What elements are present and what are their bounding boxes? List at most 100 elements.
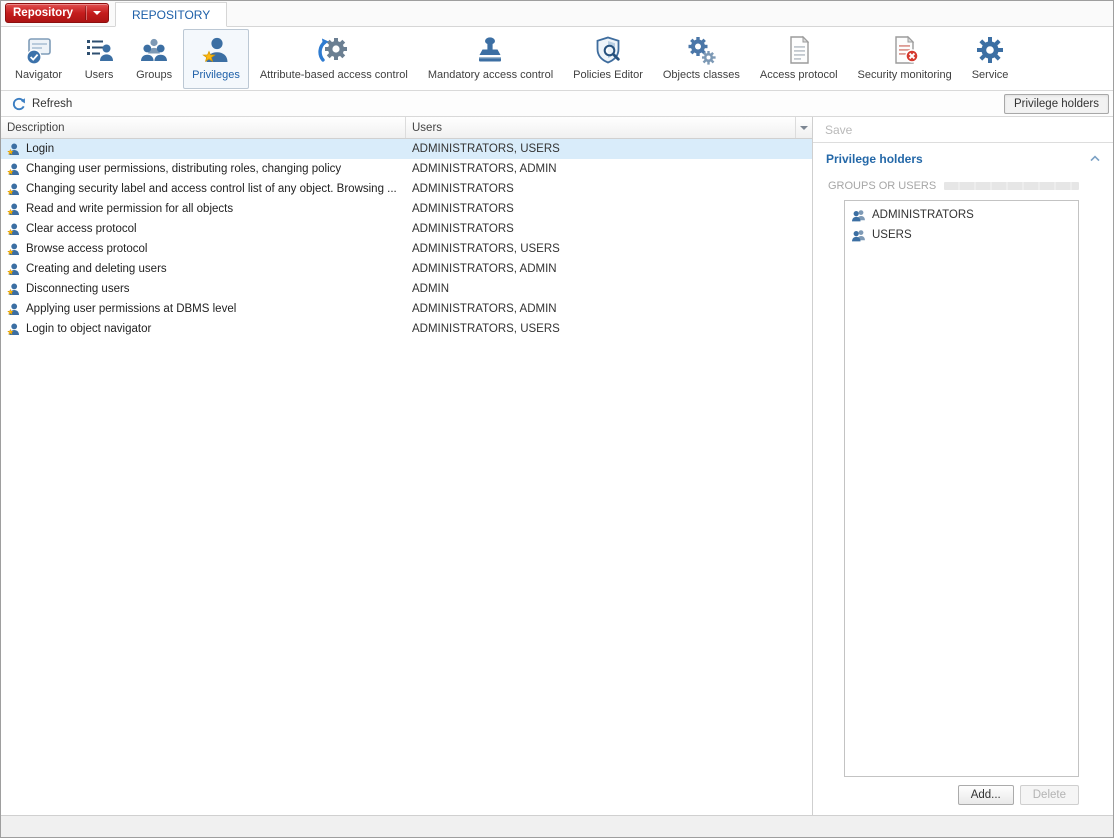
privilege-icon <box>6 242 21 257</box>
table-row[interactable]: Login to object navigator ADMINISTRATORS… <box>1 319 812 339</box>
ribbon-item-access-protocol[interactable]: Access protocol <box>751 29 847 89</box>
table-row[interactable]: Read and write permission for all object… <box>1 199 812 219</box>
table-row[interactable]: Login ADMINISTRATORS, USERS <box>1 139 812 159</box>
table-row[interactable]: Disconnecting users ADMIN <box>1 279 812 299</box>
document-icon <box>783 34 815 66</box>
ribbon-label: Access protocol <box>760 69 838 81</box>
main-content: Description Users Login ADMINISTRATORS, … <box>1 117 1113 816</box>
button-divider <box>86 6 87 20</box>
row-users: ADMINISTRATORS <box>406 183 812 195</box>
repository-menu-label: Repository <box>13 7 78 19</box>
row-description: Login to object navigator <box>26 323 151 335</box>
ribbon-label: Objects classes <box>663 69 740 81</box>
ribbon-label: Mandatory access control <box>428 69 553 81</box>
panel-buttons: Add... Delete <box>813 777 1113 815</box>
ribbon-label: Groups <box>136 69 172 81</box>
gear-icon <box>974 34 1006 66</box>
ribbon-label: Users <box>85 69 114 81</box>
table-row[interactable]: Creating and deleting users ADMINISTRATO… <box>1 259 812 279</box>
member-item[interactable]: USERS <box>845 225 1078 245</box>
privilege-icon <box>6 222 21 237</box>
row-users: ADMINISTRATORS, ADMIN <box>406 303 812 315</box>
ribbon-item-users[interactable]: Users <box>73 29 125 89</box>
ribbon-item-groups[interactable]: Groups <box>127 29 181 89</box>
privilege-icon <box>6 282 21 297</box>
refresh-label: Refresh <box>32 98 72 110</box>
row-users: ADMINISTRATORS <box>406 203 812 215</box>
table-row[interactable]: Clear access protocol ADMINISTRATORS <box>1 219 812 239</box>
ribbon-item-navigator[interactable]: Navigator <box>6 29 71 89</box>
privilege-icon <box>6 182 21 197</box>
shield-magnifier-icon <box>592 34 624 66</box>
column-header-description[interactable]: Description <box>1 117 406 138</box>
column-header-label: Users <box>412 122 442 134</box>
row-description: Browse access protocol <box>26 243 147 255</box>
privilege-holders-toggle-button[interactable]: Privilege holders <box>1004 94 1109 114</box>
collapse-icon[interactable] <box>1090 155 1100 162</box>
row-users: ADMINISTRATORS, ADMIN <box>406 163 812 175</box>
chevron-down-icon <box>93 11 101 15</box>
table-row[interactable]: Browse access protocol ADMINISTRATORS, U… <box>1 239 812 259</box>
column-header-users[interactable]: Users <box>406 117 795 138</box>
groups-or-users-label: GROUPS OR USERS <box>828 180 936 192</box>
row-users: ADMINISTRATORS <box>406 223 812 235</box>
members-listbox[interactable]: ADMINISTRATORS USERS <box>844 200 1079 777</box>
member-item[interactable]: ADMINISTRATORS <box>845 205 1078 225</box>
ribbon-item-security-monitoring[interactable]: Security monitoring <box>849 29 961 89</box>
row-users: ADMINISTRATORS, ADMIN <box>406 263 812 275</box>
ribbon-label: Navigator <box>15 69 62 81</box>
table-row[interactable]: Changing user permissions, distributing … <box>1 159 812 179</box>
stamp-icon <box>474 34 506 66</box>
privilege-icon <box>6 322 21 337</box>
panel-header: Privilege holders <box>813 143 1113 174</box>
ribbon-label: Policies Editor <box>573 69 643 81</box>
row-description: Changing security label and access contr… <box>26 183 397 195</box>
row-users: ADMINISTRATORS, USERS <box>406 143 812 155</box>
privilege-icon <box>6 142 21 157</box>
tab-label: REPOSITORY <box>132 8 210 22</box>
ribbon-item-attribute-based-access-control[interactable]: Attribute-based access control <box>251 29 417 89</box>
privilege-holders-toggle-label: Privilege holders <box>1014 98 1099 110</box>
add-button[interactable]: Add... <box>958 785 1014 805</box>
ribbon-label: Service <box>972 69 1009 81</box>
repository-menu-button[interactable]: Repository <box>5 3 109 23</box>
row-description: Disconnecting users <box>26 283 130 295</box>
ribbon-label: Attribute-based access control <box>260 69 408 81</box>
row-users: ADMINISTRATORS, USERS <box>406 243 812 255</box>
tab-repository[interactable]: REPOSITORY <box>115 2 227 27</box>
fieldset-divider <box>944 182 1079 190</box>
refresh-button[interactable]: Refresh <box>5 95 79 113</box>
group-icon <box>851 208 866 223</box>
attribute-access-icon <box>318 34 350 66</box>
row-users: ADMINISTRATORS, USERS <box>406 323 812 335</box>
table-row[interactable]: Applying user permissions at DBMS level … <box>1 299 812 319</box>
ribbon-item-privileges[interactable]: Privileges <box>183 29 249 89</box>
secondary-toolbar: Refresh Privilege holders <box>1 91 1113 117</box>
grid-body: Login ADMINISTRATORS, USERS Changing use… <box>1 139 812 815</box>
ribbon-item-mandatory-access-control[interactable]: Mandatory access control <box>419 29 562 89</box>
save-label: Save <box>825 123 852 137</box>
chevron-down-icon <box>800 126 808 130</box>
app-window: Repository REPOSITORY Navigator <box>0 0 1114 838</box>
privileges-icon <box>200 34 232 66</box>
table-row[interactable]: Changing security label and access contr… <box>1 179 812 199</box>
groups-icon <box>138 34 170 66</box>
gears-icon <box>685 34 717 66</box>
navigator-icon <box>23 34 55 66</box>
row-description: Clear access protocol <box>26 223 137 235</box>
panel-title: Privilege holders <box>826 152 923 166</box>
row-users: ADMIN <box>406 283 812 295</box>
ribbon-item-policies-editor[interactable]: Policies Editor <box>564 29 652 89</box>
ribbon-label: Privileges <box>192 69 240 81</box>
tab-strip: Repository REPOSITORY <box>1 1 1113 27</box>
member-name: USERS <box>872 229 912 241</box>
ribbon-item-service[interactable]: Service <box>963 29 1018 89</box>
row-description: Changing user permissions, distributing … <box>26 163 341 175</box>
users-column-menu-button[interactable] <box>795 117 812 138</box>
ribbon-item-objects-classes[interactable]: Objects classes <box>654 29 749 89</box>
bottom-strip <box>1 816 1113 837</box>
group-icon <box>851 228 866 243</box>
privilege-icon <box>6 302 21 317</box>
delete-button: Delete <box>1020 785 1079 805</box>
ribbon: Navigator Users Groups <box>1 27 1113 91</box>
